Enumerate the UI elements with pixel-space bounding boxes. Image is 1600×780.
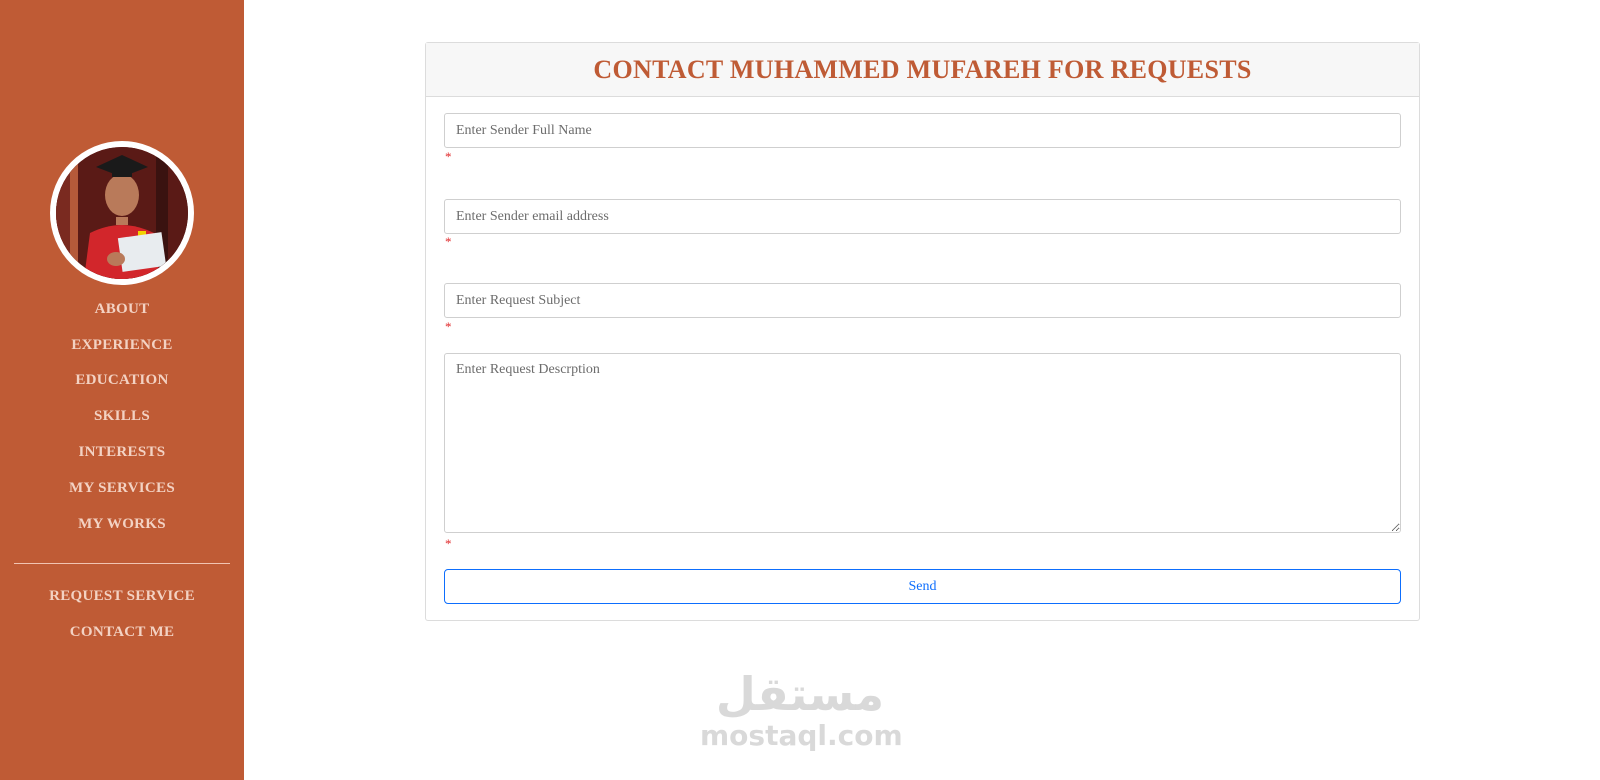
nav-my-services[interactable]: MY SERVICES bbox=[0, 480, 244, 497]
nav-education[interactable]: EDUCATION bbox=[0, 372, 244, 389]
nav-interests[interactable]: INTERESTS bbox=[0, 444, 244, 461]
nav-request-service[interactable]: REQUEST SERVICE bbox=[0, 588, 244, 605]
watermark-arabic: مستقل bbox=[715, 667, 885, 721]
form-title: CONTACT MUHAMMED MUFAREH FOR REQUESTS bbox=[593, 54, 1252, 84]
sender-email-input[interactable] bbox=[444, 199, 1401, 234]
watermark-latin: mostaql.com bbox=[700, 719, 903, 752]
nav-experience[interactable]: EXPERIENCE bbox=[0, 337, 244, 354]
send-button[interactable]: Send bbox=[444, 569, 1401, 604]
nav-about[interactable]: ABOUT bbox=[0, 301, 244, 318]
sidebar-divider bbox=[14, 563, 230, 564]
request-description-textarea[interactable] bbox=[444, 353, 1401, 533]
mostaql-watermark: مستقل mostaql.com bbox=[700, 667, 903, 752]
nav-skills[interactable]: SKILLS bbox=[0, 408, 244, 425]
request-subject-input[interactable] bbox=[444, 283, 1401, 318]
required-marker: * bbox=[445, 319, 452, 334]
required-marker: * bbox=[445, 234, 452, 249]
profile-avatar bbox=[50, 141, 194, 285]
request-form-card: CONTACT MUHAMMED MUFAREH FOR REQUESTS * … bbox=[425, 42, 1420, 621]
card-header: CONTACT MUHAMMED MUFAREH FOR REQUESTS bbox=[426, 43, 1419, 97]
nav-contact-me[interactable]: CONTACT ME bbox=[0, 624, 244, 641]
profile-photo bbox=[56, 147, 188, 279]
profile-photo-illustration bbox=[56, 147, 188, 279]
required-marker: * bbox=[445, 149, 452, 164]
sidebar: ABOUT EXPERIENCE EDUCATION SKILLS INTERE… bbox=[0, 0, 244, 780]
required-marker: * bbox=[445, 536, 452, 551]
sender-name-input[interactable] bbox=[444, 113, 1401, 148]
nav-my-works[interactable]: MY WORKS bbox=[0, 516, 244, 533]
